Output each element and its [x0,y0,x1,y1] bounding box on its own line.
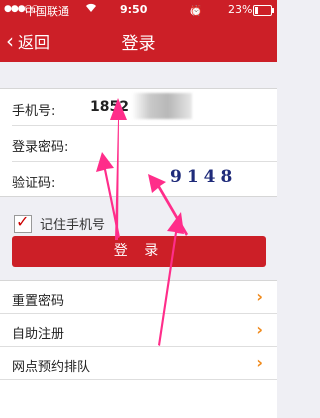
menu-item-self-register[interactable]: 自助注册 › [0,314,277,347]
check-icon: ✓ [16,211,30,231]
remember-label: 记住手机号 [40,218,106,233]
menu-item-label: 重置密码 [12,294,65,309]
wifi-icon [85,3,97,16]
chevron-right-icon: › [256,287,263,306]
carrier-label: 中国联通 [25,5,69,18]
battery-percent: 23% [228,3,253,16]
menu-item-label: 网点预约排队 [12,360,91,375]
menu-item-branch-queue[interactable]: 网点预约排队 › [0,347,277,380]
battery-icon [253,5,274,16]
captcha-label: 验证码: [12,176,56,191]
password-field[interactable] [90,129,264,157]
status-time: 9:50 [120,3,148,16]
phone-field[interactable]: 1852 [90,99,129,115]
menu-item-label: 自助注册 [12,327,65,342]
status-bar: ●●●○○ 中国联通 9:50 ◐ ➤ ⏰ 23% [0,0,277,20]
captcha-row: 验证码: 9148 [12,161,277,197]
menu-item-reset-password[interactable]: 重置密码 › [0,281,277,314]
password-label: 登录密码: [12,140,69,155]
chevron-right-icon: › [256,353,263,372]
phone-label: 手机号: [12,104,56,119]
alarm-icon: ⏰ [190,6,203,17]
redacted-phone-mask [132,93,192,119]
remember-phone[interactable]: ✓ 记住手机号 [14,211,106,233]
remember-checkbox[interactable]: ✓ [14,211,32,233]
phone-row: 手机号: 1852 [12,89,277,126]
nav-bar: ‹ 返回 登录 [0,20,277,62]
chevron-right-icon: › [256,320,263,339]
captcha-field[interactable] [90,165,164,193]
page-title: 登录 [121,34,156,54]
password-row: 登录密码: [12,125,277,162]
menu-list: 重置密码 › 自助注册 › 网点预约排队 › [0,280,277,418]
captcha-image[interactable]: 9148 [170,167,256,191]
login-form: 手机号: 1852 登录密码: 验证码: 9148 [0,88,277,197]
login-button[interactable]: 登 录 [12,236,266,267]
